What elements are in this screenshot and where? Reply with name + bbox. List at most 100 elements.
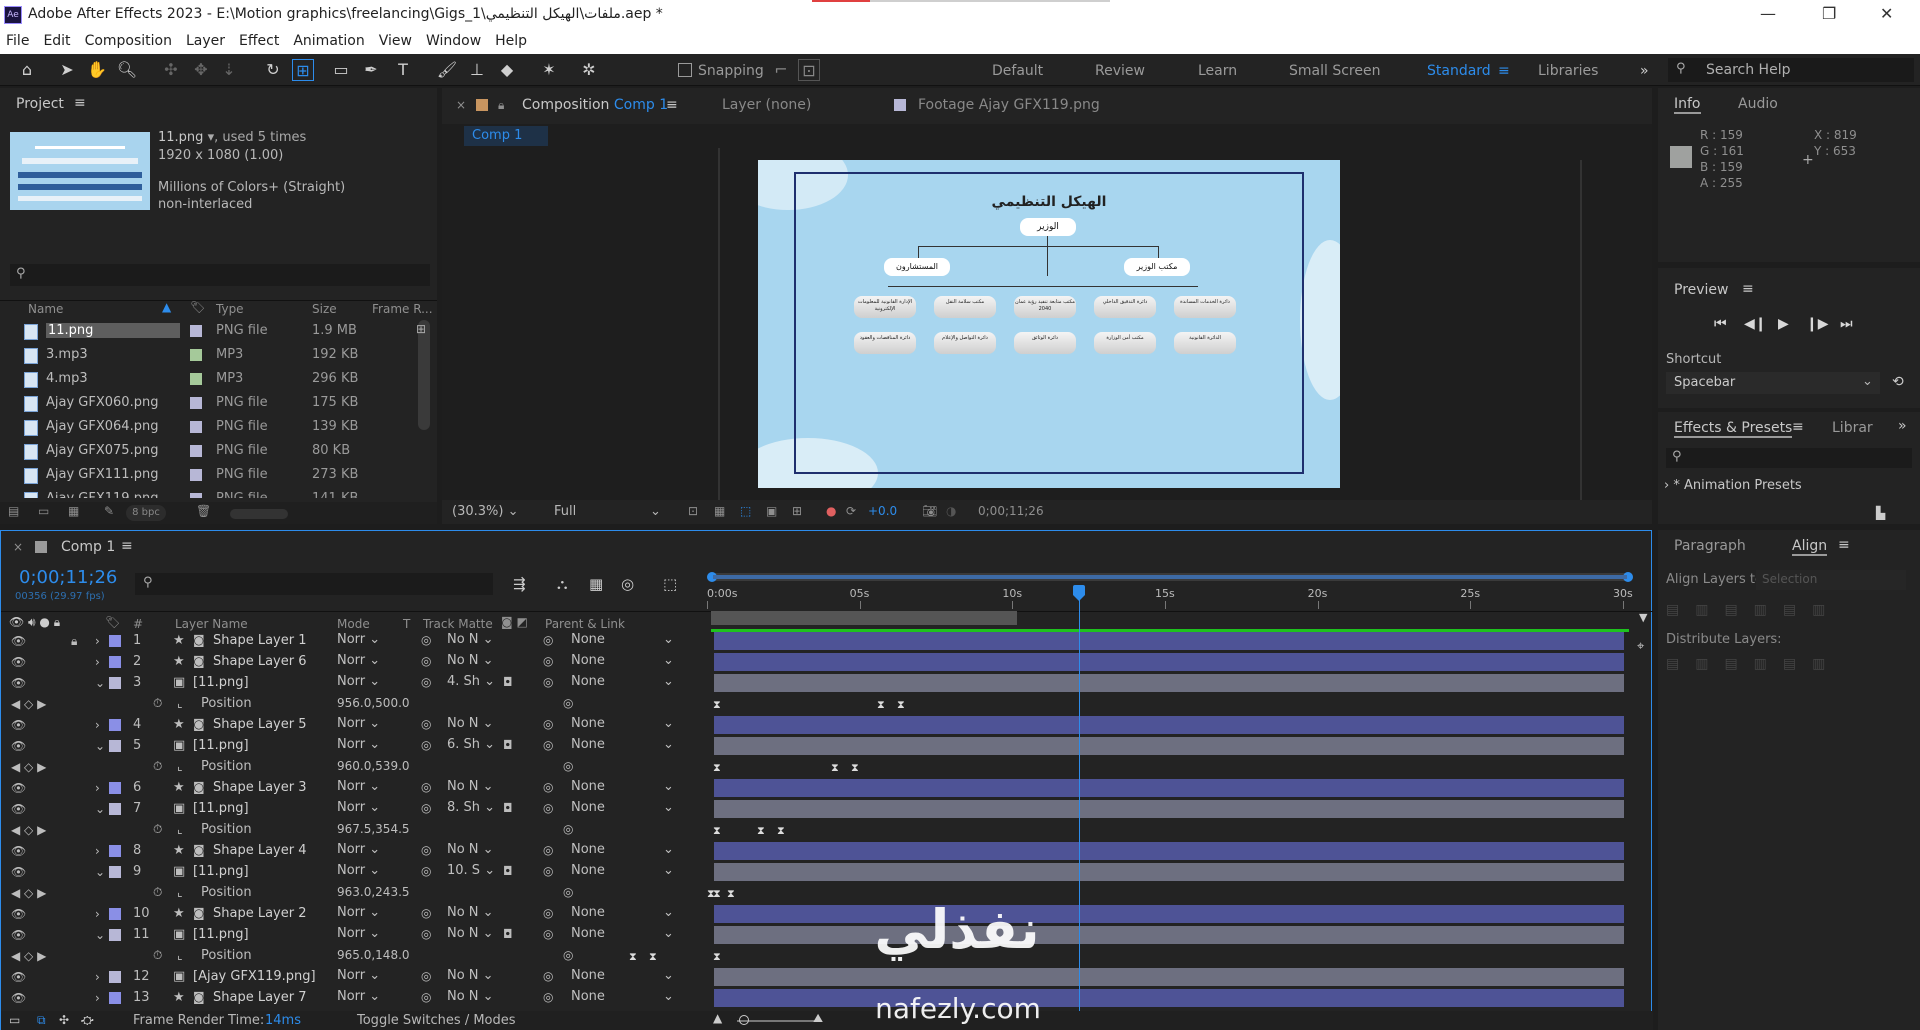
pickwhip-icon[interactable]: ◎ [543, 633, 553, 647]
track-matte-dropdown[interactable]: No N ⌄ [447, 926, 494, 944]
label-swatch[interactable] [190, 373, 202, 385]
label-swatch[interactable] [190, 421, 202, 433]
project-search-field[interactable]: ⚲ [10, 264, 430, 286]
eye-icon[interactable]: 👁︎ [11, 907, 26, 921]
label-swatch[interactable] [190, 349, 202, 361]
workspace-menu-icon[interactable]: ≡ [1498, 63, 1510, 79]
graph-icon[interactable]: ⌞ [177, 948, 183, 962]
magnification-dropdown[interactable]: (30.3%) ⌄ [452, 504, 518, 519]
chevron-right-icon[interactable]: › [95, 655, 100, 669]
align-menu-icon[interactable]: ≡ [1838, 537, 1850, 553]
graph-icon[interactable]: ⌞ [177, 696, 183, 710]
parent-dropdown[interactable]: None ⌄ [571, 968, 677, 986]
parent-dropdown[interactable]: None ⌄ [571, 779, 677, 797]
parent-dropdown[interactable]: None ⌄ [571, 926, 677, 944]
new-preset-icon[interactable]: ▙ [1876, 506, 1885, 520]
layer-name[interactable]: [11.png] [193, 927, 249, 942]
project-list-item[interactable]: 4.mp3 MP3 296 KB [0, 368, 420, 390]
shortcut-dropdown[interactable]: Spacebar ⌄ [1666, 372, 1880, 394]
brush-tool-icon[interactable]: 🖌︎ [436, 59, 458, 81]
matte-mode-icon[interactable]: ◘ [503, 927, 513, 941]
track-matte-icon[interactable]: ◎ [421, 843, 431, 857]
blend-mode-dropdown[interactable]: Norr ⌄ [337, 926, 380, 944]
keyframe-nav-icon[interactable]: ◀ ◇ ▶ [11, 823, 46, 837]
pickwhip-icon[interactable]: ◎ [543, 780, 553, 794]
menu-layer[interactable]: Layer [180, 30, 233, 54]
layer-label-swatch[interactable] [109, 845, 121, 857]
eye-icon[interactable]: 👁︎ [11, 865, 26, 879]
matte-mode-icon[interactable]: ◘ [503, 738, 513, 752]
layer-row[interactable]: 👁︎ ⌄ 9 ▣ [11.png] Norr ⌄ ◎ 10. S ⌄ ◘ ◎ N… [1, 862, 701, 883]
toggle-switches-modes[interactable]: Toggle Switches / Modes [357, 1013, 516, 1028]
interpret-footage-icon[interactable]: ▤ [8, 504, 19, 518]
eye-icon[interactable]: 👁︎ [11, 781, 26, 795]
layer-row[interactable]: 👁︎ › 4 ★ ◙ Shape Layer 5 Norr ⌄ ◎ No N ⌄… [1, 715, 701, 736]
render-time-toggle-icon[interactable]: ▭ [9, 1013, 20, 1027]
parent-dropdown[interactable]: None ⌄ [571, 863, 677, 881]
layer-duration-bar[interactable] [714, 863, 1624, 881]
track-matte-icon[interactable]: ◎ [421, 675, 431, 689]
reset-icon[interactable]: ⟲ [1892, 374, 1904, 390]
graph-icon[interactable]: ⌞ [177, 822, 183, 836]
track-matte-icon[interactable]: ◎ [421, 990, 431, 1004]
menu-view[interactable]: View [373, 30, 420, 54]
track-matte-dropdown[interactable]: No N ⌄ [447, 653, 494, 671]
label-swatch[interactable] [190, 493, 202, 498]
next-frame-icon[interactable]: ❙▶ [1806, 316, 1829, 332]
shape-switch-icon[interactable]: ◙ [193, 633, 205, 647]
column-size[interactable]: Size [312, 302, 337, 316]
label-swatch[interactable] [190, 325, 202, 337]
layer-duration-bar[interactable] [714, 989, 1624, 1007]
column-name[interactable]: Name [28, 302, 63, 316]
keyframe-icon[interactable]: ⧗ [713, 761, 721, 775]
layer-name[interactable]: [11.png] [193, 738, 249, 753]
project-h-scrollbar[interactable] [230, 509, 288, 519]
layer-row[interactable]: 👁︎ › 8 ★ ◙ Shape Layer 4 Norr ⌄ ◎ No N ⌄… [1, 841, 701, 862]
track-matte-icon[interactable]: ◎ [421, 906, 431, 920]
project-list-item[interactable]: Ajay GFX111.png PNG file 273 KB [0, 464, 420, 486]
time-navigator[interactable] [707, 572, 1633, 582]
preview-title[interactable]: Preview [1674, 282, 1729, 298]
eye-icon[interactable]: 👁︎ [11, 802, 26, 816]
rectangle-tool-icon[interactable]: ▭ [330, 59, 352, 81]
menu-help[interactable]: Help [489, 30, 535, 54]
layer-label-swatch[interactable] [109, 992, 121, 1004]
blend-mode-dropdown[interactable]: Norr ⌄ [337, 842, 380, 860]
chevron-right-icon[interactable]: › [95, 781, 100, 795]
snap-features-icon[interactable]: ⊡ [798, 59, 820, 81]
column-frame-rate[interactable]: Frame R... [372, 302, 433, 316]
track-matte-dropdown[interactable]: No N ⌄ [447, 632, 494, 650]
eye-icon[interactable]: 👁︎ [11, 970, 26, 984]
chevron-right-icon[interactable]: › [95, 718, 100, 732]
layer-label-swatch[interactable] [109, 740, 121, 752]
puppet-tool-icon[interactable]: ✲ [578, 59, 600, 81]
track-matte-dropdown[interactable]: No N ⌄ [447, 716, 494, 734]
shape-switch-icon[interactable]: ◙ [193, 843, 205, 857]
project-list-item[interactable]: Ajay GFX119.png PNG file 141 KB [0, 488, 420, 498]
eye-icon[interactable]: 👁︎ [11, 655, 26, 669]
blend-mode-dropdown[interactable]: Norr ⌄ [337, 779, 380, 797]
layer-row[interactable]: 👁︎ › 6 ★ ◙ Shape Layer 3 Norr ⌄ ◎ No N ⌄… [1, 778, 701, 799]
eye-icon[interactable]: 👁︎ [11, 676, 26, 690]
channel-icon[interactable]: ● [826, 504, 836, 518]
layer-name[interactable]: Shape Layer 1 [213, 633, 307, 648]
track-matte-dropdown[interactable]: 6. Sh ⌄ [447, 737, 495, 755]
track-matte-icon[interactable]: ◎ [421, 633, 431, 647]
paragraph-tab[interactable]: Paragraph [1674, 538, 1746, 554]
search-help-field[interactable]: ⚲ Search Help [1668, 58, 1914, 82]
pickwhip-icon[interactable]: ◎ [543, 969, 553, 983]
eye-icon[interactable]: 👁︎ [11, 991, 26, 1005]
blend-mode-dropdown[interactable]: Norr ⌄ [337, 968, 380, 986]
layer-row[interactable]: 👁︎ › 10 ★ ◙ Shape Layer 2 Norr ⌄ ◎ No N … [1, 904, 701, 925]
last-frame-icon[interactable]: ⏭ [1840, 316, 1853, 332]
track-matte-dropdown[interactable]: No N ⌄ [447, 968, 494, 986]
workspace-default[interactable]: Default [992, 63, 1043, 79]
graph-editor-icon[interactable]: ⬚ [663, 575, 677, 593]
align-to-dropdown[interactable]: Selection [1756, 570, 1906, 590]
layer-name-header[interactable]: Layer Name [175, 617, 248, 631]
home-icon[interactable]: ⌂ [16, 59, 38, 81]
color-management-icon[interactable]: ⟳ [846, 504, 856, 518]
layer-row[interactable]: 👁︎ ⌄ 11 ▣ [11.png] Norr ⌄ ◎ No N ⌄ ◘ ◎ N… [1, 925, 701, 946]
blend-mode-dropdown[interactable]: Norr ⌄ [337, 632, 380, 650]
layer-row[interactable]: 👁︎ ⌄ 3 ▣ [11.png] Norr ⌄ ◎ 4. Sh ⌄ ◘ ◎ N… [1, 673, 701, 694]
